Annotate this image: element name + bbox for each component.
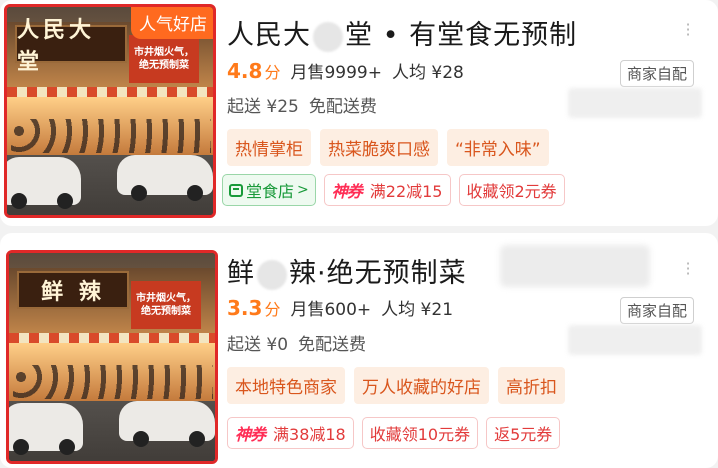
promo-row: 神券 满38减18 收藏领10元券 返5元券 [227, 417, 561, 449]
more-vertical-icon[interactable]: · · · [684, 256, 692, 282]
more-vertical-icon[interactable]: · · · [684, 17, 692, 43]
redacted-blur [568, 88, 702, 118]
store-title[interactable]: 人民大堂 • 有堂食无预制 [227, 13, 577, 52]
chevron-right-icon: > [297, 182, 309, 198]
feature-tag: 热菜脆爽口感 [320, 129, 438, 166]
storefront-icon [229, 183, 243, 197]
banner-sign: 市井烟火气， 绝无预制菜 [131, 281, 201, 329]
delivery-fee: 免配送费 [308, 97, 377, 117]
min-order: 起送 ¥25 [227, 97, 299, 117]
self-delivery-badge: 商家自配 [619, 60, 694, 87]
average-price: 人均 ¥28 [391, 63, 464, 83]
rating-score: 3.3 [227, 296, 263, 320]
feature-tag: 本地特色商家 [227, 367, 345, 404]
coupon-tag[interactable]: 返5元券 [486, 417, 561, 449]
coupon-tag[interactable]: 神券 满38减18 [227, 417, 354, 449]
delivery-info: 起送 ¥25 免配送费 [227, 92, 387, 117]
coupon-tag[interactable]: 神券 满22减15 [323, 174, 451, 206]
popular-badge: 人气好店 [131, 7, 213, 39]
storefront-photo: 鲜 辣 市井烟火气， 绝无预制菜 [9, 253, 215, 461]
monthly-sales: 月售9999+ [290, 63, 382, 83]
delivery-fee: 免配送费 [298, 335, 367, 355]
redacted-blur [257, 259, 287, 290]
average-price: 人均 ¥21 [381, 300, 454, 320]
redacted-blur [500, 245, 650, 287]
feature-tag: “非常入味” [447, 129, 549, 166]
feature-tag: 万人收藏的好店 [354, 367, 489, 404]
coupon-tag[interactable]: 收藏领10元券 [361, 417, 479, 449]
feature-tag: 高折扣 [498, 367, 565, 404]
store-card[interactable]: 鲜 辣 市井烟火气， 绝无预制菜 鲜辣·绝无预制菜 · · · 3.3 分 月售60… [0, 233, 718, 468]
delivery-info: 起送 ¥0 免配送费 [227, 330, 376, 355]
store-sign: 鲜 辣 [17, 271, 129, 309]
redacted-blur [313, 21, 343, 52]
store-sign: 人民大 堂 [15, 17, 127, 75]
coupon-tag[interactable]: 收藏领2元券 [458, 174, 565, 206]
store-title[interactable]: 鲜辣·绝无预制菜 [227, 251, 467, 290]
feature-tag: 热情掌柜 [227, 129, 311, 166]
rating-row: 4.8 分 月售9999+ 人均 ¥28 [227, 59, 464, 83]
feature-tags: 热情掌柜 热菜脆爽口感 “非常入味” [227, 129, 549, 166]
rating-row: 3.3 分 月售600+ 人均 ¥21 [227, 296, 454, 320]
dine-in-button[interactable]: 堂食店 > [222, 174, 316, 206]
min-order: 起送 ¥0 [227, 335, 289, 355]
store-card[interactable]: 人民大 堂 市井烟火气， 绝无预制菜 人气好店 人民大堂 • 有堂食无预制 · ·… [0, 0, 718, 226]
monthly-sales: 月售600+ [290, 300, 372, 320]
store-thumbnail[interactable]: 鲜 辣 市井烟火气， 绝无预制菜 [6, 250, 218, 464]
redacted-blur [568, 325, 702, 355]
promo-row: 堂食店 > 神券 满22减15 收藏领2元券 [222, 174, 565, 206]
self-delivery-badge: 商家自配 [619, 297, 694, 324]
banner-sign: 市井烟火气， 绝无预制菜 [129, 35, 199, 83]
rating-score: 4.8 [227, 59, 263, 83]
feature-tags: 本地特色商家 万人收藏的好店 高折扣 [227, 367, 565, 404]
store-thumbnail[interactable]: 人民大 堂 市井烟火气， 绝无预制菜 人气好店 [4, 4, 216, 218]
